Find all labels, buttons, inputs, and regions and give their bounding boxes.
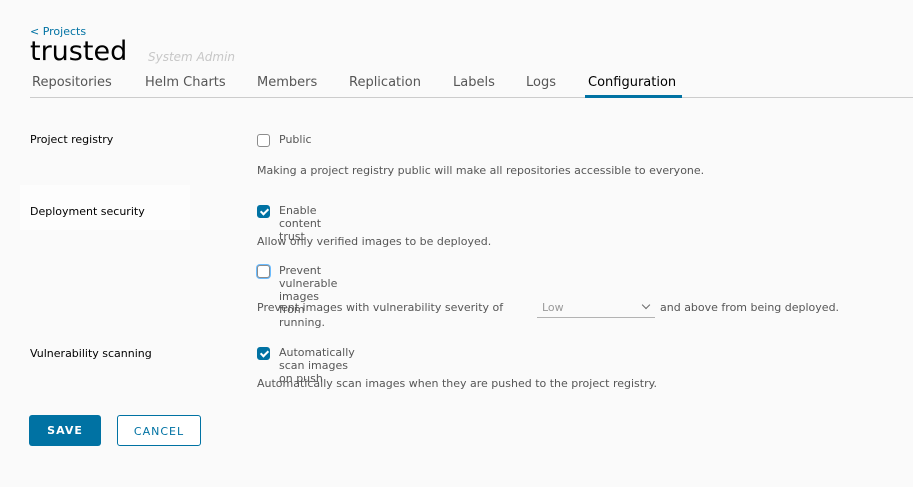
auto-scan-help: Automatically scan images when they are … [257,377,658,390]
tab-replication[interactable]: Replication [349,73,421,93]
cancel-button[interactable]: CANCEL [117,415,201,446]
page-title: trusted [30,36,128,67]
tab-configuration[interactable]: Configuration [588,73,676,93]
tab-repositories[interactable]: Repositories [32,73,112,93]
chevron-down-icon [641,300,651,310]
content-trust-help: Allow only verified images to be deploye… [257,235,492,248]
tab-labels[interactable]: Labels [453,73,495,93]
project-registry-label: Project registry [30,133,114,146]
severity-select-value: Low [542,301,564,314]
severity-suffix-text: and above from being deployed. [660,301,840,314]
content-trust-checkbox[interactable] [257,205,270,218]
deployment-security-label: Deployment security [30,205,145,218]
tab-logs[interactable]: Logs [526,73,556,93]
prevent-vulnerable-label[interactable]: Prevent vulnerable images from running. [279,264,337,329]
tab-helm-charts[interactable]: Helm Charts [145,73,226,93]
vulnerability-scanning-label: Vulnerability scanning [30,347,152,360]
auto-scan-checkbox[interactable] [257,347,270,360]
tab-members[interactable]: Members [257,73,317,93]
public-checkbox-label[interactable]: Public [279,133,312,146]
active-tab-indicator [585,95,682,98]
severity-prefix-text: Prevent images with vulnerability severi… [257,301,504,314]
severity-select[interactable]: Low [537,299,655,318]
public-checkbox[interactable] [257,134,270,147]
role-badge: System Admin [148,50,236,64]
project-registry-help: Making a project registry public will ma… [257,164,705,177]
tabs-divider [30,97,913,98]
prevent-vulnerable-checkbox[interactable] [257,265,270,278]
save-button[interactable]: SAVE [29,415,101,446]
